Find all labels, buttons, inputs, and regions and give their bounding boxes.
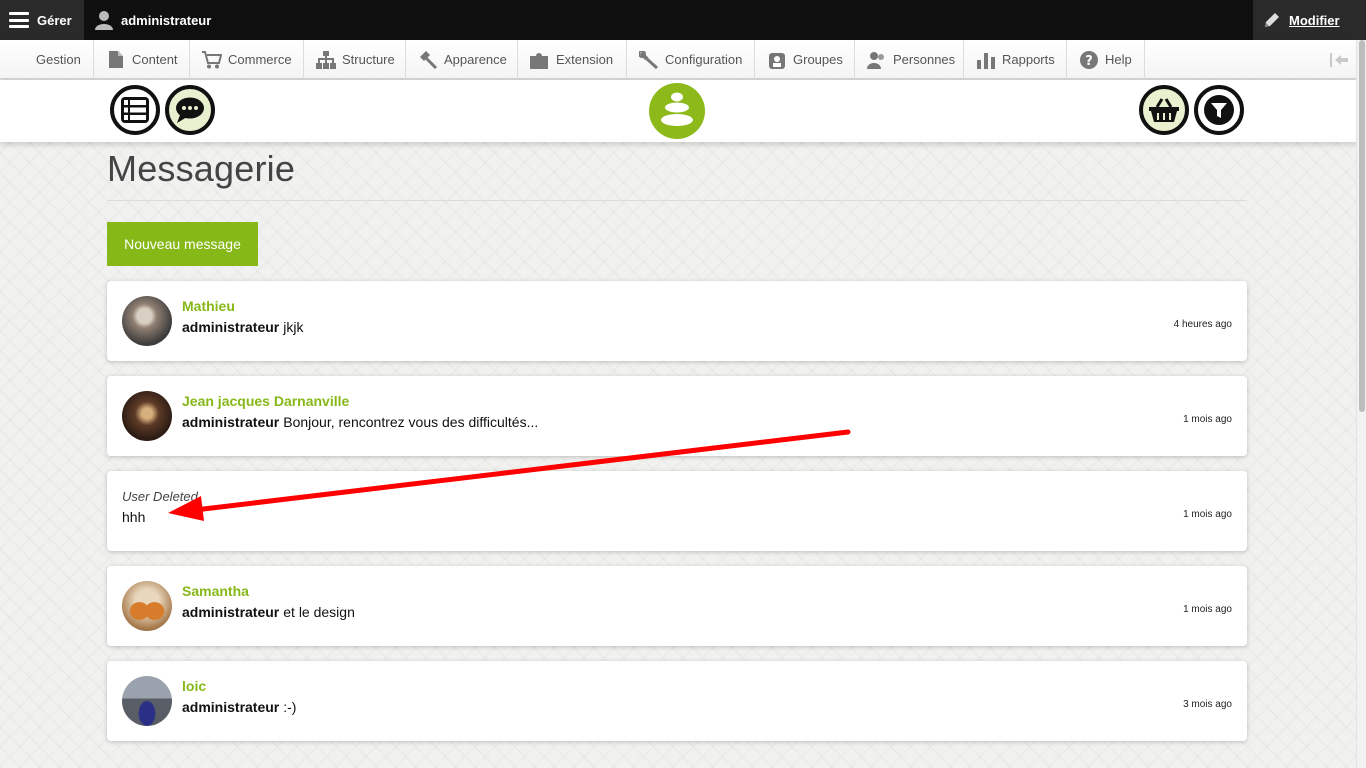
message-thread[interactable]: Jean jacques Darnanville administrateur B…: [107, 376, 1247, 456]
message-text: Bonjour, rencontrez vous des difficultés…: [283, 414, 539, 430]
message-thread[interactable]: loic administrateur:-) 3 mois ago: [107, 661, 1247, 741]
avatar: [122, 581, 172, 631]
user-account-button[interactable]: administrateur: [85, 0, 211, 40]
tray-item-gestion[interactable]: Gestion: [0, 40, 94, 79]
list-button[interactable]: [110, 85, 160, 135]
tray-item-label: Commerce: [228, 52, 292, 67]
site-header: [0, 80, 1356, 142]
bar-chart-icon: [976, 50, 996, 70]
help-icon: ?: [1079, 50, 1099, 70]
message-time: 1 mois ago: [1183, 604, 1232, 615]
avatar: [122, 296, 172, 346]
sitemap-icon: [316, 50, 336, 70]
sender-name[interactable]: Jean jacques Darnanville: [182, 393, 349, 409]
site-logo[interactable]: [649, 83, 705, 139]
pencil-icon: [1265, 13, 1279, 27]
tray-item-rapports[interactable]: Rapports: [964, 40, 1067, 79]
message-author: administrateur: [182, 414, 280, 430]
list-icon: [121, 97, 149, 123]
message-text: :-): [283, 699, 297, 715]
deleted-sender-name: User Deleted: [122, 489, 198, 504]
edit-button[interactable]: Modifier: [1253, 0, 1366, 40]
message-preview: administrateur Bonjour, rencontrez vous d…: [182, 414, 538, 430]
filter-button[interactable]: [1194, 85, 1244, 135]
admin-menu-tray: Gestion Content Commerce Structure Appar…: [0, 40, 1356, 79]
tray-item-content[interactable]: Content: [94, 40, 190, 79]
sender-name[interactable]: loic: [182, 678, 206, 694]
tray-item-label: Configuration: [665, 52, 743, 67]
sender-name[interactable]: Samantha: [182, 583, 249, 599]
file-icon: [106, 50, 126, 70]
people-icon: [867, 50, 887, 70]
message-text: et le design: [283, 604, 355, 620]
message-author: administrateur: [182, 319, 280, 335]
tray-item-commerce[interactable]: Commerce: [190, 40, 304, 79]
scrollbar-thumb[interactable]: [1359, 40, 1365, 412]
message-time: 4 heures ago: [1173, 319, 1232, 330]
tray-item-label: Rapports: [1002, 52, 1055, 67]
puzzle-icon: [530, 50, 550, 70]
message-preview: administrateur et le design: [182, 604, 355, 620]
tray-item-label: Personnes: [893, 52, 956, 67]
message-text: jkjk: [283, 319, 304, 335]
tray-item-help[interactable]: ? Help: [1067, 40, 1145, 79]
message-author: administrateur: [182, 604, 280, 620]
avatar: [122, 391, 172, 441]
tray-item-structure[interactable]: Structure: [304, 40, 406, 79]
message-preview: administrateur:-): [182, 699, 296, 715]
user-label: administrateur: [121, 12, 212, 28]
svg-text:?: ?: [1085, 54, 1093, 69]
cart-icon: [202, 50, 222, 70]
page-title: Messagerie: [107, 148, 296, 189]
user-icon: [95, 11, 113, 30]
hamburger-icon: [9, 12, 29, 28]
sender-name[interactable]: Mathieu: [182, 298, 235, 314]
message-thread[interactable]: User Deleted hhh 1 mois ago: [107, 471, 1247, 551]
title-divider: [107, 200, 1247, 201]
message-time: 1 mois ago: [1183, 509, 1232, 520]
message-thread[interactable]: Mathieu administrateur jkjk 4 heures ago: [107, 281, 1247, 361]
edit-label: Modifier: [1289, 12, 1340, 28]
message-author: administrateur: [182, 699, 280, 715]
basket-button[interactable]: [1139, 85, 1189, 135]
message-thread[interactable]: Samantha administrateur et le design 1 mo…: [107, 566, 1247, 646]
message-preview: administrateur jkjk: [182, 319, 303, 335]
manage-button[interactable]: Gérer: [0, 0, 84, 40]
chat-icon: [176, 97, 204, 123]
tray-item-label: Help: [1105, 52, 1132, 67]
message-time: 1 mois ago: [1183, 414, 1232, 425]
message-text: hhh: [122, 509, 146, 525]
filter-icon: [1204, 95, 1234, 125]
collapse-icon: [1330, 52, 1348, 67]
basket-icon: [1149, 98, 1179, 122]
manage-label: Gérer: [37, 12, 72, 28]
tray-item-extension[interactable]: Extension: [518, 40, 627, 79]
tray-item-apparence[interactable]: Apparence: [406, 40, 518, 79]
admin-toolbar: Gérer administrateur Modifier: [0, 0, 1366, 40]
tray-item-configuration[interactable]: Configuration: [627, 40, 755, 79]
message-time: 3 mois ago: [1183, 699, 1232, 710]
tray-item-label: Extension: [556, 52, 614, 67]
tray-item-label: Groupes: [793, 52, 843, 67]
stacked-stones-logo-icon: [661, 92, 693, 126]
tray-item-label: Structure: [342, 52, 395, 67]
tray-collapse-button[interactable]: [1322, 40, 1356, 79]
tray-item-label: Gestion: [36, 52, 81, 67]
tray-item-personnes[interactable]: Personnes: [855, 40, 964, 79]
wrench-icon: [639, 50, 659, 70]
page-scrollbar[interactable]: [1356, 40, 1366, 768]
brush-icon: [418, 50, 438, 70]
new-message-button[interactable]: Nouveau message: [107, 222, 258, 266]
tray-item-label: Content: [132, 52, 178, 67]
avatar: [122, 676, 172, 726]
group-icon: [767, 50, 787, 70]
tray-item-groupes[interactable]: Groupes: [755, 40, 855, 79]
tray-item-label: Apparence: [444, 52, 507, 67]
chat-button[interactable]: [165, 85, 215, 135]
